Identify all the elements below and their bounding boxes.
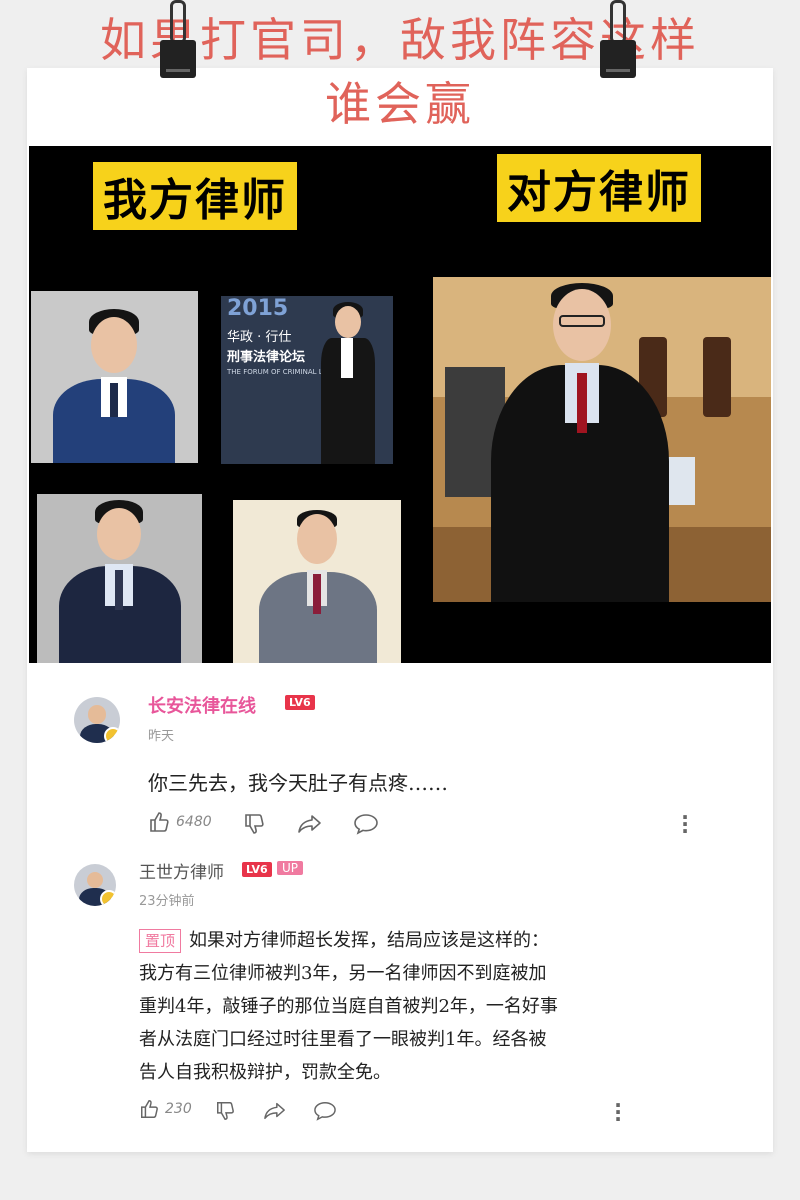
courtroom-photo bbox=[433, 277, 771, 602]
lawyer-portrait bbox=[31, 291, 198, 463]
page: 如果打官司，敌我阵容这样 谁会赢 我方律师 对方律师 2015 华政 · 行仕 … bbox=[0, 0, 800, 1200]
forum-lawyer-photo: 2015 华政 · 行仕 刑事法律论坛 THE FORUM OF CRIMINA… bbox=[221, 296, 393, 464]
reply-icon[interactable] bbox=[313, 1100, 337, 1122]
reply-icon[interactable] bbox=[353, 812, 379, 836]
binder-clip-icon bbox=[160, 0, 196, 78]
share-icon[interactable] bbox=[297, 812, 323, 836]
comment-text-line: 如果对方律师超长发挥，结局应该是这样的： bbox=[189, 930, 550, 951]
comment-text-line: 告人自我积极辩护，罚款全免。 bbox=[139, 1062, 391, 1083]
lawyer-comparison-image[interactable]: 我方律师 对方律师 2015 华政 · 行仕 刑事法律论坛 THE FORUM … bbox=[29, 146, 771, 663]
post-title-line2: 谁会赢 bbox=[325, 77, 475, 131]
like-count: 6480 bbox=[176, 814, 212, 830]
verified-badge-icon bbox=[104, 727, 120, 743]
more-icon[interactable]: · · · bbox=[680, 807, 690, 841]
comment-text-line: 者从法庭门口经过时往里看了一眼被判1年。经各被 bbox=[139, 1029, 547, 1050]
avatar[interactable] bbox=[74, 697, 120, 743]
avatar[interactable] bbox=[74, 864, 116, 906]
dislike-icon[interactable] bbox=[243, 812, 267, 836]
forum-year: 2015 bbox=[227, 296, 289, 321]
comment-time: 昨天 bbox=[148, 729, 175, 744]
lawyer-portrait bbox=[233, 500, 401, 663]
comment-item: 王世方律师 LV6 UP 23分钟前 置顶 如果对方律师超长发挥，结局应该是这样的… bbox=[27, 850, 773, 1150]
level-badge: LV6 bbox=[285, 695, 315, 710]
forum-line3: THE FORUM OF CRIMINAL LAW bbox=[227, 368, 335, 376]
forum-line2: 刑事法律论坛 bbox=[227, 350, 306, 365]
comment-username[interactable]: 长安法律在线 bbox=[148, 692, 256, 718]
pinned-badge: 置顶 bbox=[139, 929, 182, 953]
opponent-lawyer-label: 对方律师 bbox=[497, 154, 701, 222]
share-icon[interactable] bbox=[263, 1100, 287, 1122]
comment-text: 置顶 如果对方律师超长发挥，结局应该是这样的： 我方有三位律师被判3年，另一名律师… bbox=[139, 924, 699, 1089]
like-icon bbox=[141, 1100, 158, 1118]
dislike-icon[interactable] bbox=[215, 1100, 237, 1122]
up-badge: UP bbox=[277, 861, 304, 875]
comment-text-line: 重判4年，敲锤子的那位当庭自首被判2年，一名好事 bbox=[139, 996, 558, 1017]
post-title-line1: 如果打官司，敌我阵容这样 bbox=[100, 13, 700, 67]
comment-item: 长安法律在线 LV6 昨天 你三先去，我今天肚子有点疼…… 6480 · · · bbox=[27, 680, 773, 850]
more-icon[interactable]: · · · bbox=[613, 1095, 623, 1129]
binder-clip-icon bbox=[600, 0, 636, 78]
our-lawyers-label: 我方律师 bbox=[93, 162, 297, 230]
comment-text: 你三先去，我今天肚子有点疼…… bbox=[148, 771, 448, 795]
like-icon bbox=[150, 812, 169, 832]
like-button[interactable]: 230 bbox=[139, 1098, 192, 1120]
lawyer-portrait bbox=[37, 494, 202, 663]
like-button[interactable]: 6480 bbox=[148, 810, 212, 834]
forum-line1: 华政 · 行仕 bbox=[227, 330, 292, 345]
verified-badge-icon bbox=[100, 890, 116, 906]
level-badge: LV6 bbox=[242, 862, 272, 877]
comment-time: 23分钟前 bbox=[139, 894, 195, 909]
like-count: 230 bbox=[165, 1101, 192, 1117]
comment-text-line: 我方有三位律师被判3年，另一名律师因不到庭被加 bbox=[139, 963, 547, 984]
comment-username[interactable]: 王世方律师 bbox=[139, 858, 224, 883]
